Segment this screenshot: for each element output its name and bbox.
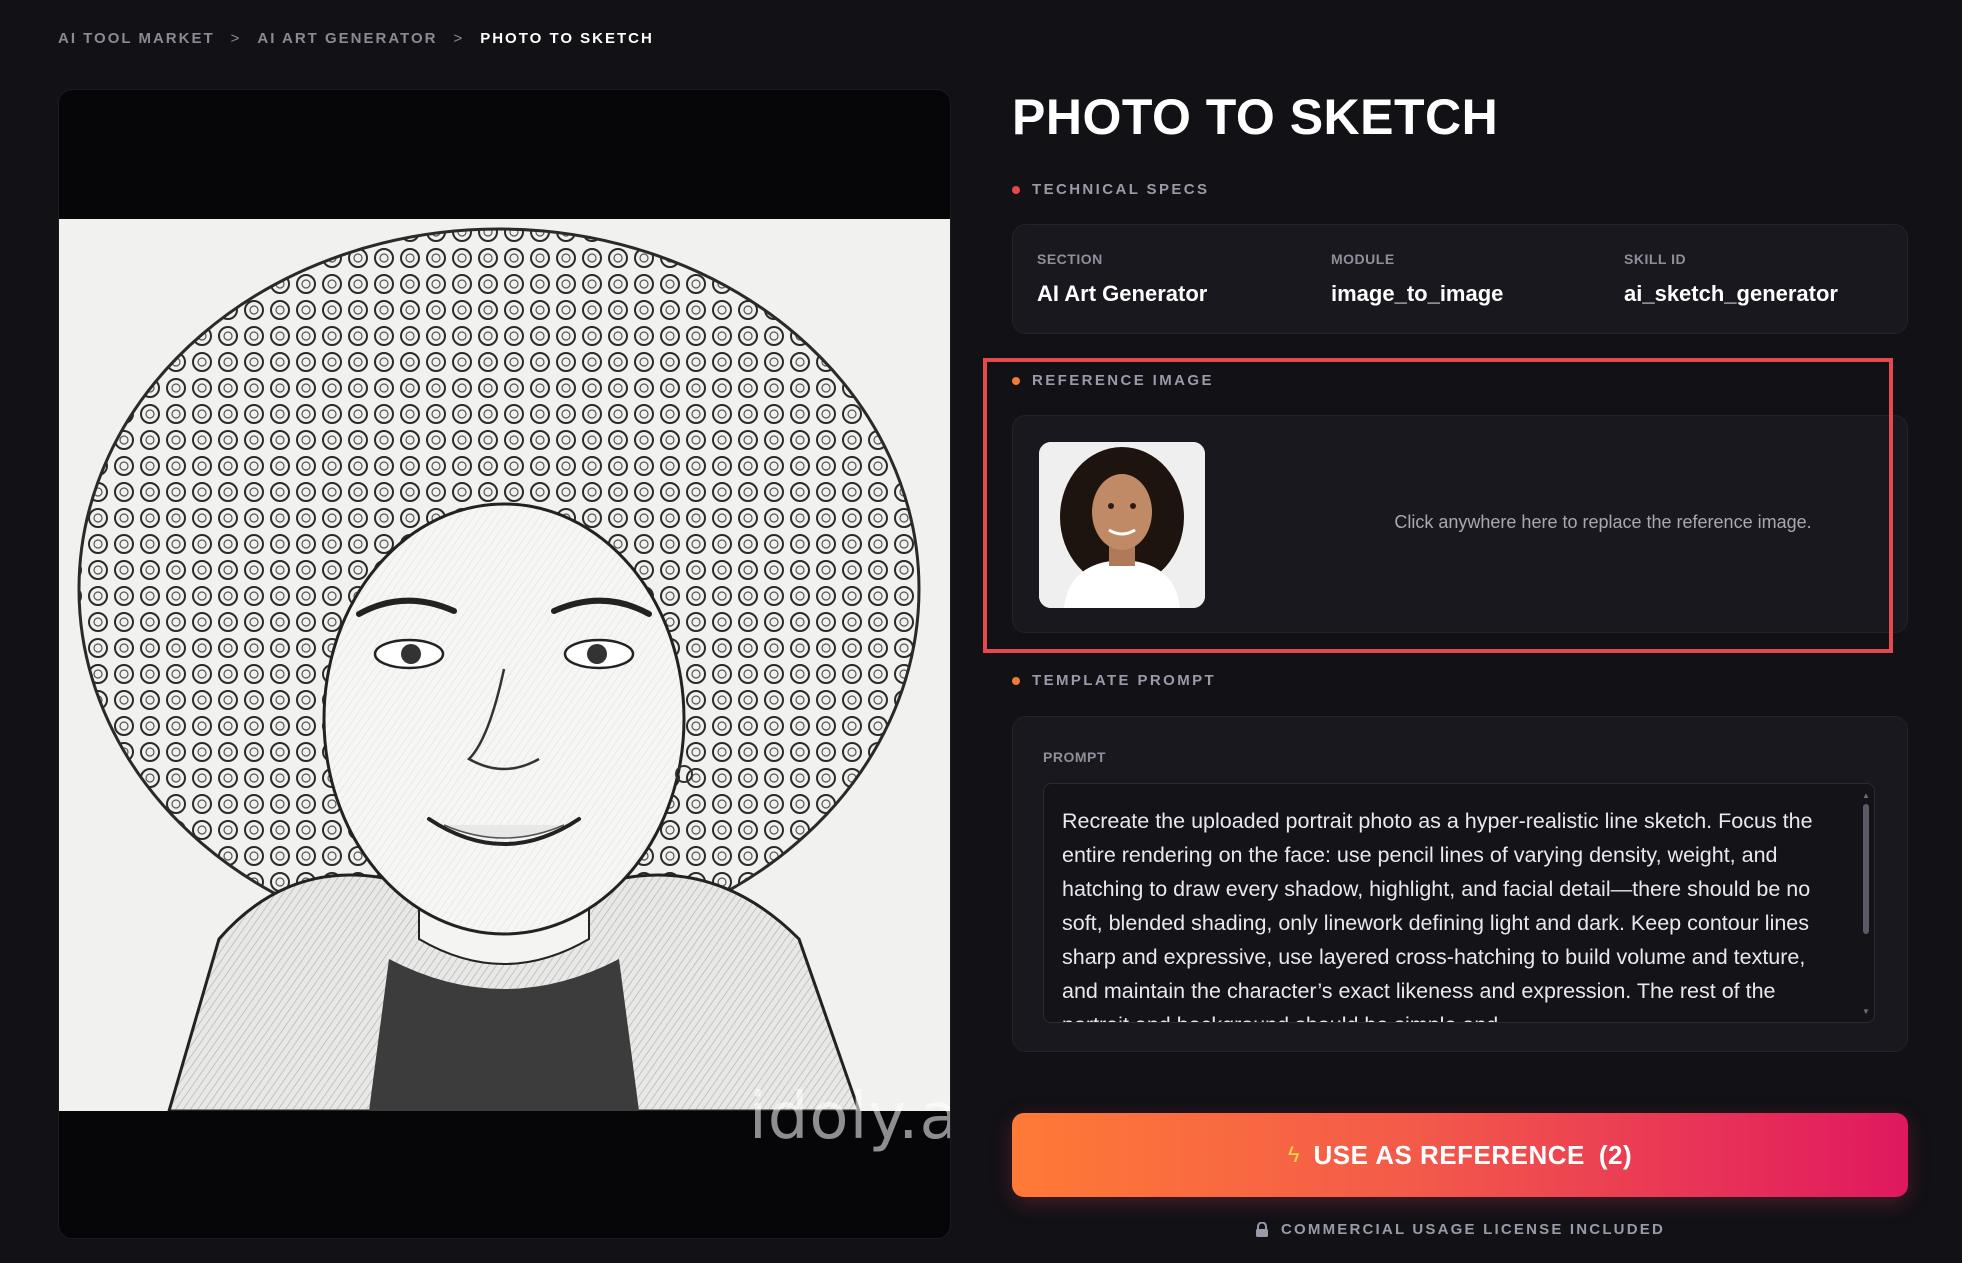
template-prompt-card: PROMPT Recreate the uploaded portrait ph… <box>1012 716 1908 1052</box>
lock-icon <box>1255 1221 1268 1237</box>
technical-specs-card: SECTION AI Art Generator MODULE image_to… <box>1012 224 1908 334</box>
technical-specs-heading: TECHNICAL SPECS <box>1012 181 1209 198</box>
scroll-up-arrow-icon[interactable]: ▲ <box>1862 792 1870 800</box>
sketch-portrait-illustration <box>59 219 950 1111</box>
spec-key: SECTION <box>1037 251 1103 267</box>
bolt-icon: ϟ <box>1287 1142 1300 1167</box>
use-as-reference-button[interactable]: ϟ USE AS REFERENCE (2) <box>1012 1113 1908 1197</box>
bullet-dot-icon <box>1012 676 1020 685</box>
page-title: PHOTO TO SKETCH <box>1012 89 1499 145</box>
reference-portrait-photo <box>1039 442 1205 608</box>
spec-module: MODULE image_to_image <box>1331 251 1503 307</box>
reference-image-thumbnail <box>1039 442 1205 608</box>
breadcrumb: AI TOOL MARKET > AI ART GENERATOR > PHOT… <box>58 30 654 47</box>
bullet-dot-icon <box>1012 185 1020 194</box>
reference-image-label: REFERENCE IMAGE <box>1032 372 1214 389</box>
breadcrumb-item-ai-tool-market[interactable]: AI TOOL MARKET <box>58 30 215 47</box>
use-as-reference-count: (2) <box>1598 1139 1633 1170</box>
spec-value: image_to_image <box>1331 281 1504 306</box>
technical-specs-label: TECHNICAL SPECS <box>1032 181 1210 198</box>
use-as-reference-label: USE AS REFERENCE <box>1313 1139 1585 1170</box>
spec-key: MODULE <box>1331 251 1395 267</box>
spec-value: AI Art Generator <box>1037 281 1208 306</box>
reference-image-hint: Click anywhere here to replace the refer… <box>1394 512 1812 532</box>
prompt-text: Recreate the uploaded portrait photo as … <box>1062 809 1813 1022</box>
license-note: COMMERCIAL USAGE LICENSE INCLUDED <box>1012 1221 1908 1238</box>
prompt-textarea[interactable]: Recreate the uploaded portrait photo as … <box>1043 783 1875 1023</box>
reference-image-heading: REFERENCE IMAGE <box>1012 372 1214 389</box>
spec-value: ai_sketch_generator <box>1624 281 1838 306</box>
breadcrumb-item-current: PHOTO TO SKETCH <box>480 30 654 47</box>
template-prompt-heading: TEMPLATE PROMPT <box>1012 672 1216 689</box>
scroll-down-arrow-icon[interactable]: ▼ <box>1862 1008 1870 1016</box>
template-prompt-label: TEMPLATE PROMPT <box>1032 672 1217 689</box>
breadcrumb-item-ai-art-generator[interactable]: AI ART GENERATOR <box>257 30 437 47</box>
breadcrumb-separator: > <box>453 30 465 47</box>
spec-skill-id: SKILL ID ai_sketch_generator <box>1624 251 1838 307</box>
reference-image-dropzone[interactable]: Click anywhere here to replace the refer… <box>1012 415 1908 633</box>
spec-section: SECTION AI Art Generator <box>1037 251 1207 307</box>
prompt-scrollbar[interactable]: ▲ ▼ <box>1862 792 1870 1016</box>
license-text: COMMERCIAL USAGE LICENSE INCLUDED <box>1280 1221 1665 1238</box>
bullet-dot-icon <box>1012 376 1020 385</box>
spec-key: SKILL ID <box>1624 251 1687 267</box>
breadcrumb-separator: > <box>230 30 242 47</box>
prompt-field-label: PROMPT <box>1043 749 1106 765</box>
result-preview-panel: idoly.ai <box>58 89 951 1239</box>
sketch-result-image <box>59 219 950 1111</box>
scrollbar-thumb[interactable] <box>1863 804 1869 934</box>
watermark-text: idoly.ai <box>749 1080 950 1154</box>
